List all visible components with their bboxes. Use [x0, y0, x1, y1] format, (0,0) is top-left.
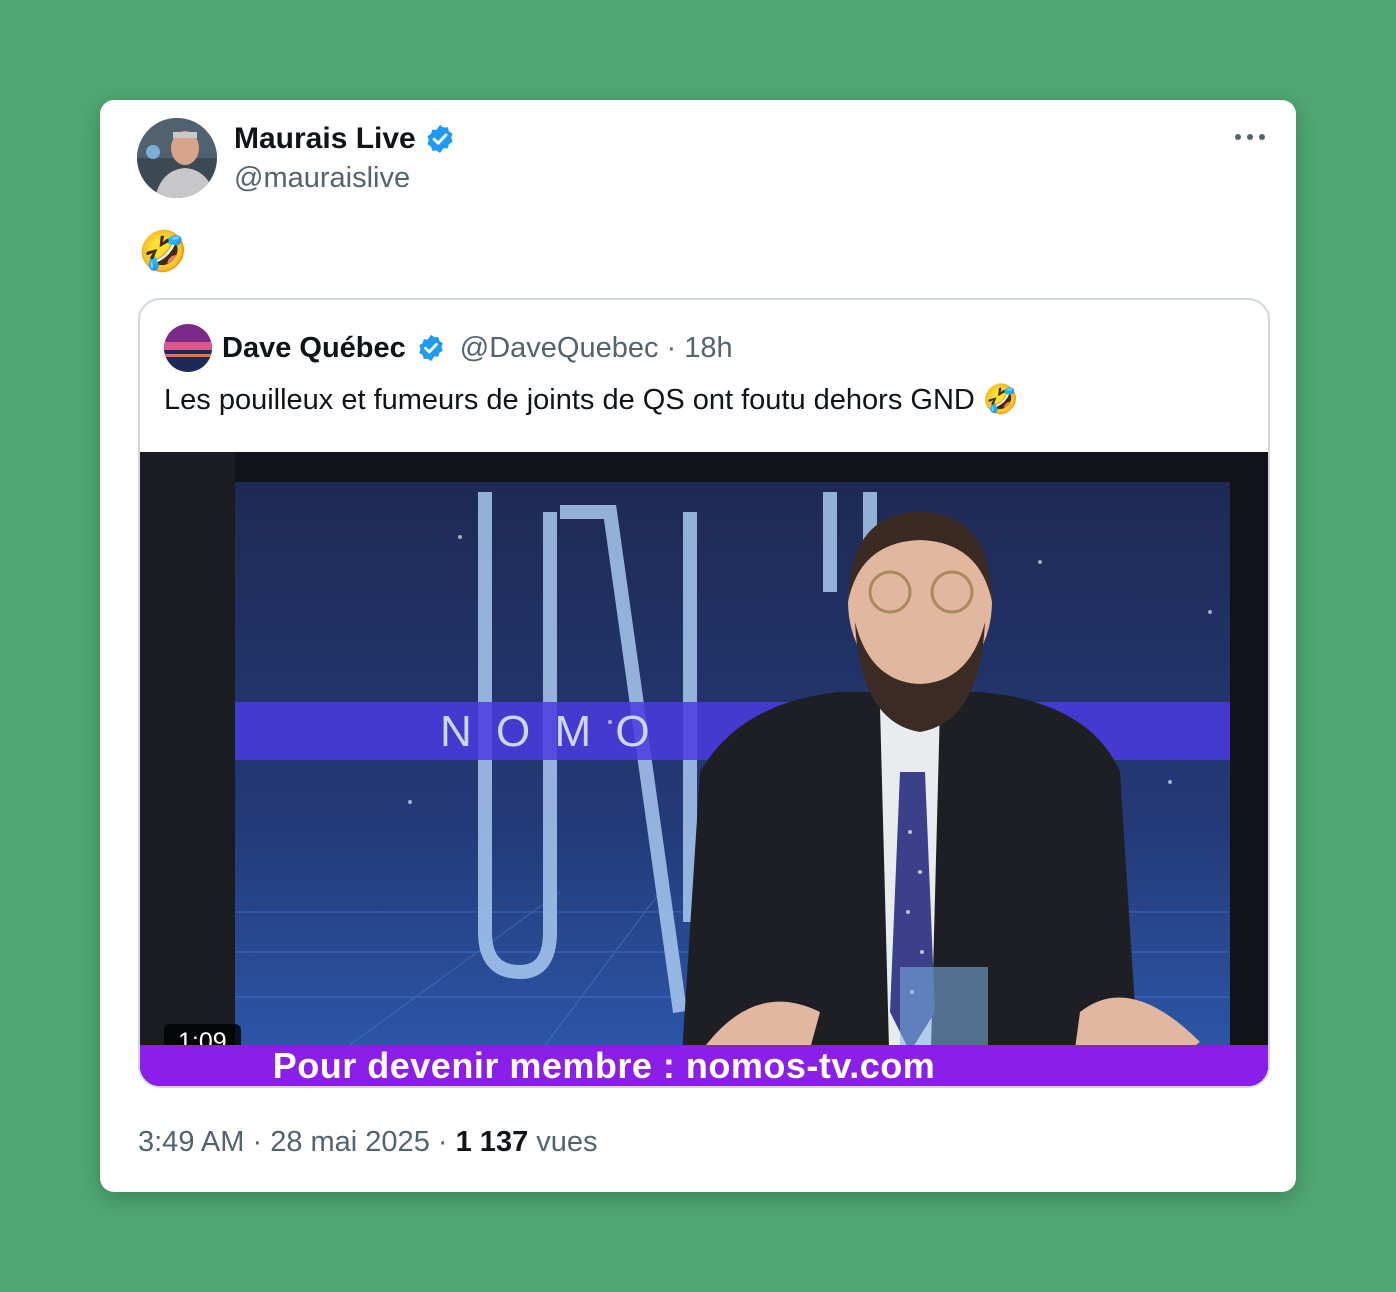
tweet-time[interactable]: 3:49 AM: [138, 1126, 244, 1158]
views-count: 1 137: [455, 1126, 529, 1158]
tweet-date[interactable]: 28 mai 2025: [270, 1126, 430, 1158]
separator: ·: [437, 1126, 448, 1158]
quoted-handle-time: @DaveQuebec · 18h: [459, 331, 733, 364]
views-label: vues: [536, 1126, 598, 1158]
author-display-name[interactable]: Maurais Live: [234, 122, 416, 156]
verified-badge-icon: [424, 123, 456, 155]
quoted-tweet[interactable]: Dave Québec @DaveQuebec · 18h Les pouill…: [138, 298, 1270, 1088]
video-player[interactable]: N O M O 1:09 Pour devenir membre: nomos…: [140, 452, 1268, 1086]
tweet-card: Maurais Live @mauraislive 🤣 Dave Québec …: [100, 100, 1296, 1192]
video-banner: Pour devenir membre : nomos-tv.com: [140, 1045, 1268, 1086]
verified-badge-icon: [416, 333, 446, 363]
more-options-icon[interactable]: [1230, 122, 1270, 152]
tweet-footer: 3:49 AM · 28 mai 2025 · 1 137 vues: [138, 1126, 598, 1159]
screen-logo-text: N O M O: [440, 707, 656, 756]
quoted-author-avatar[interactable]: [164, 324, 212, 372]
video-banner-text: Pour devenir membre : nomos-tv.com: [272, 1044, 936, 1086]
author-handle[interactable]: @mauraislive: [234, 162, 410, 195]
separator: ·: [252, 1126, 263, 1158]
author-avatar[interactable]: [137, 118, 217, 198]
quoted-author-name[interactable]: Dave Québec: [222, 332, 406, 365]
tweet-text: 🤣: [138, 230, 188, 274]
quoted-text: Les pouilleux et fumeurs de joints de QS…: [164, 384, 1020, 416]
